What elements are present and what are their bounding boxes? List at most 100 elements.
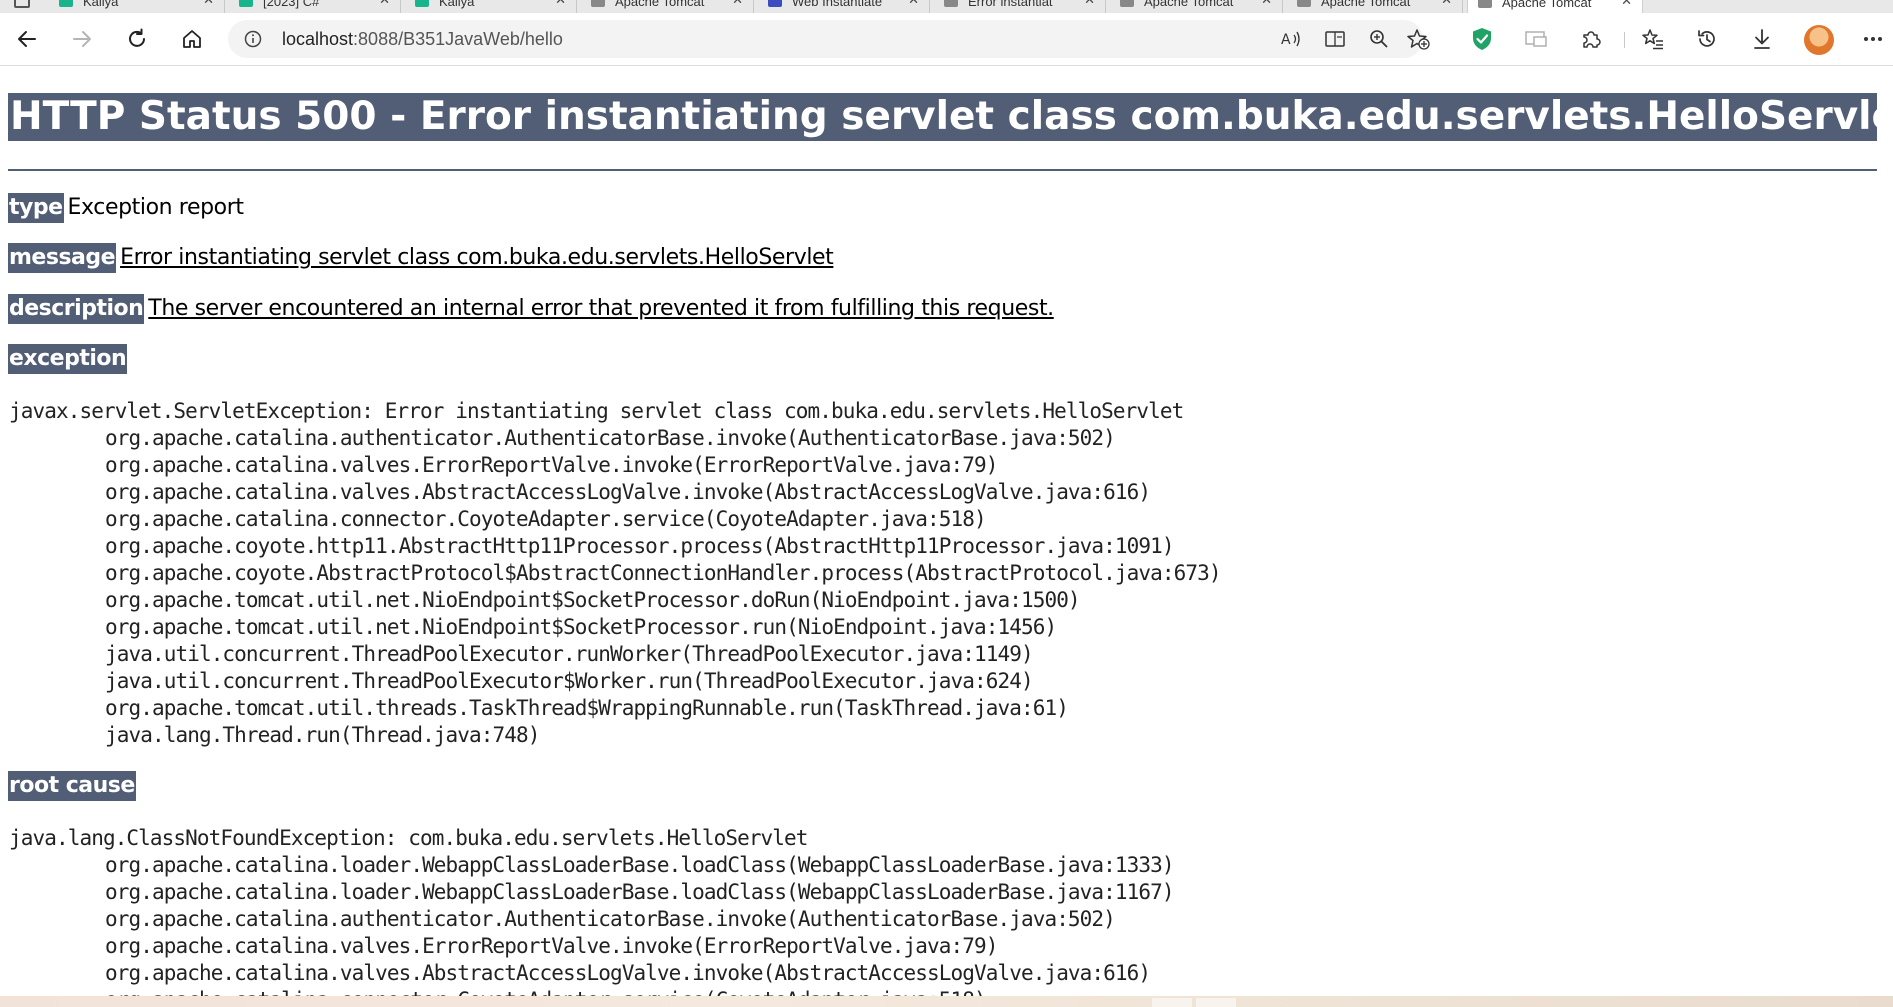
more-dots-icon bbox=[1864, 37, 1882, 41]
description-label: description bbox=[8, 294, 145, 324]
tab-favicon-icon bbox=[944, 0, 958, 7]
trace-frame-line: org.apache.tomcat.util.net.NioEndpoint$S… bbox=[105, 588, 1081, 612]
trace-exception-line: javax.servlet.ServletException: Error in… bbox=[9, 399, 1184, 423]
tab-title: Error instantiat bbox=[968, 0, 1053, 9]
tab-close-icon[interactable]: ✕ bbox=[732, 0, 743, 8]
root-cause-stack-trace: java.lang.ClassNotFoundException: com.bu… bbox=[9, 825, 1175, 996]
favorites-list-icon bbox=[1642, 29, 1663, 50]
type-value: Exception report bbox=[67, 195, 244, 220]
tab-close-icon[interactable]: ✕ bbox=[1621, 0, 1632, 9]
trace-frame-line: org.apache.catalina.valves.ErrorReportVa… bbox=[105, 934, 998, 958]
trace-frame-line: org.apache.catalina.authenticator.Authen… bbox=[105, 426, 1116, 450]
trace-frame-line: java.util.concurrent.ThreadPoolExecutor$… bbox=[105, 669, 1034, 693]
tab-strip: Kaliya ✕ [2023] C# ✕ Kaliya ✕ Apache Tomcat ✕ We… bbox=[0, 0, 1893, 13]
trace-frame-line: org.apache.catalina.valves.ErrorReportVa… bbox=[105, 453, 998, 477]
zoom-in-icon bbox=[1370, 30, 1388, 48]
message-row: message Error instantiating servlet class… bbox=[8, 243, 834, 273]
tab-close-icon[interactable]: ✕ bbox=[379, 0, 390, 8]
puzzle-piece-icon bbox=[1583, 31, 1601, 48]
history-icon bbox=[1698, 30, 1715, 47]
trace-frame-line: org.apache.catalina.authenticator.Authen… bbox=[105, 907, 1116, 931]
tab-close-icon[interactable]: ✕ bbox=[555, 0, 566, 8]
trace-frame-line: org.apache.catalina.connector.CoyoteAdap… bbox=[105, 507, 987, 531]
browser-tab[interactable]: Kaliya ✕ bbox=[49, 0, 225, 13]
downloads-button[interactable] bbox=[1745, 23, 1779, 55]
star-add-icon bbox=[1407, 29, 1430, 50]
read-aloud-icon: A bbox=[1281, 31, 1300, 48]
forward-button[interactable] bbox=[64, 23, 100, 55]
tab-favicon-icon bbox=[591, 0, 605, 7]
taskbar-item[interactable] bbox=[1152, 998, 1192, 1007]
type-row: type Exception report bbox=[8, 193, 244, 223]
tab-close-icon[interactable]: ✕ bbox=[1261, 0, 1272, 8]
refresh-icon bbox=[129, 28, 145, 47]
tab-favicon-icon bbox=[415, 0, 429, 7]
refresh-button[interactable] bbox=[119, 23, 155, 55]
arrow-left-icon bbox=[18, 31, 36, 47]
trace-frame-line: org.apache.tomcat.util.net.NioEndpoint$S… bbox=[105, 615, 1057, 639]
arrow-right-icon bbox=[73, 31, 91, 47]
home-button[interactable] bbox=[174, 23, 210, 55]
tab-title: [2023] C# bbox=[263, 0, 320, 9]
tab-favicon-icon bbox=[1297, 0, 1311, 7]
screen-icon bbox=[1525, 31, 1547, 47]
url-text[interactable]: localhost:8088/B351JavaWeb/hello bbox=[282, 29, 563, 50]
download-icon bbox=[1754, 29, 1770, 49]
browser-tab[interactable]: Web Instantiate ✕ bbox=[758, 0, 930, 13]
trace-frame-line: org.apache.catalina.valves.AbstractAcces… bbox=[105, 480, 1151, 504]
home-icon bbox=[183, 30, 201, 48]
history-button[interactable] bbox=[1690, 23, 1724, 55]
browser-tab[interactable]: Apache Tomcat ✕ bbox=[581, 0, 754, 13]
tab-close-icon[interactable]: ✕ bbox=[908, 0, 919, 8]
browser-tab[interactable]: [2023] C# ✕ bbox=[229, 0, 401, 13]
message-value: Error instantiating servlet class com.bu… bbox=[120, 245, 834, 270]
settings-more-button[interactable] bbox=[1858, 23, 1888, 55]
back-button[interactable] bbox=[9, 23, 45, 55]
description-value: The server encountered an internal error… bbox=[148, 296, 1054, 321]
trace-frame-line: java.lang.Thread.run(Thread.java:748) bbox=[105, 723, 540, 747]
shield-icon bbox=[1473, 28, 1491, 50]
divider bbox=[8, 169, 1877, 171]
root-cause-label: root cause bbox=[8, 771, 136, 801]
message-label: message bbox=[8, 243, 117, 273]
read-aloud-button[interactable]: A bbox=[1276, 25, 1306, 53]
tab-title: Apache Tomcat bbox=[1321, 0, 1411, 9]
type-label: type bbox=[8, 193, 64, 223]
tab-title: Apache Tomcat bbox=[1144, 0, 1234, 9]
toolbar-separator bbox=[1624, 32, 1625, 48]
extension-screen-button[interactable] bbox=[1519, 23, 1553, 55]
extensions-button[interactable] bbox=[1574, 23, 1608, 55]
profile-avatar[interactable] bbox=[1804, 25, 1834, 55]
browser-tab[interactable]: Error instantiat ✕ bbox=[934, 0, 1106, 13]
tab-title: Apache Tomcat bbox=[1502, 0, 1592, 10]
browser-tab[interactable]: Apache Tomcat ✕ bbox=[1287, 0, 1463, 13]
zoom-button[interactable] bbox=[1364, 25, 1394, 53]
tab-favicon-icon bbox=[1120, 0, 1134, 7]
favorites-button[interactable] bbox=[1636, 23, 1670, 55]
trace-frame-line: org.apache.catalina.valves.AbstractAcces… bbox=[105, 961, 1151, 985]
taskbar-item[interactable] bbox=[1196, 998, 1236, 1007]
tab-title: Kaliya bbox=[83, 0, 119, 9]
tab-close-icon[interactable]: ✕ bbox=[203, 0, 214, 8]
tab-actions-icon[interactable] bbox=[14, 0, 30, 8]
immersive-reader-button[interactable] bbox=[1320, 25, 1350, 53]
svg-text:A: A bbox=[1281, 32, 1291, 48]
browser-tab[interactable]: Apache Tomcat ✕ bbox=[1467, 0, 1643, 13]
extension-shield-button[interactable] bbox=[1465, 23, 1499, 55]
tab-close-icon[interactable]: ✕ bbox=[1084, 0, 1095, 8]
browser-tab[interactable]: Kaliya ✕ bbox=[405, 0, 577, 13]
tab-close-icon[interactable]: ✕ bbox=[1441, 0, 1452, 8]
trace-frame-line: org.apache.catalina.connector.CoyoteAdap… bbox=[9, 987, 1174, 996]
tab-title: Kaliya bbox=[439, 0, 475, 9]
page-content: HTTP Status 500 - Error instantiating se… bbox=[0, 66, 1893, 996]
tab-favicon-icon bbox=[239, 0, 253, 7]
immersive-reader-icon bbox=[1325, 31, 1345, 47]
url-host: localhost bbox=[282, 29, 354, 49]
trace-frame-line: org.apache.coyote.AbstractProtocol$Abstr… bbox=[105, 561, 1221, 585]
browser-tab[interactable]: Apache Tomcat ✕ bbox=[1110, 0, 1283, 13]
address-bar[interactable]: localhost:8088/B351JavaWeb/hello A bbox=[228, 20, 1430, 58]
trace-frame-line: org.apache.coyote.http11.AbstractHttp11P… bbox=[105, 534, 1175, 558]
add-favorite-button[interactable] bbox=[1403, 25, 1433, 53]
info-icon[interactable] bbox=[244, 30, 262, 48]
trace-frame-line: org.apache.catalina.loader.WebappClassLo… bbox=[105, 853, 1175, 877]
